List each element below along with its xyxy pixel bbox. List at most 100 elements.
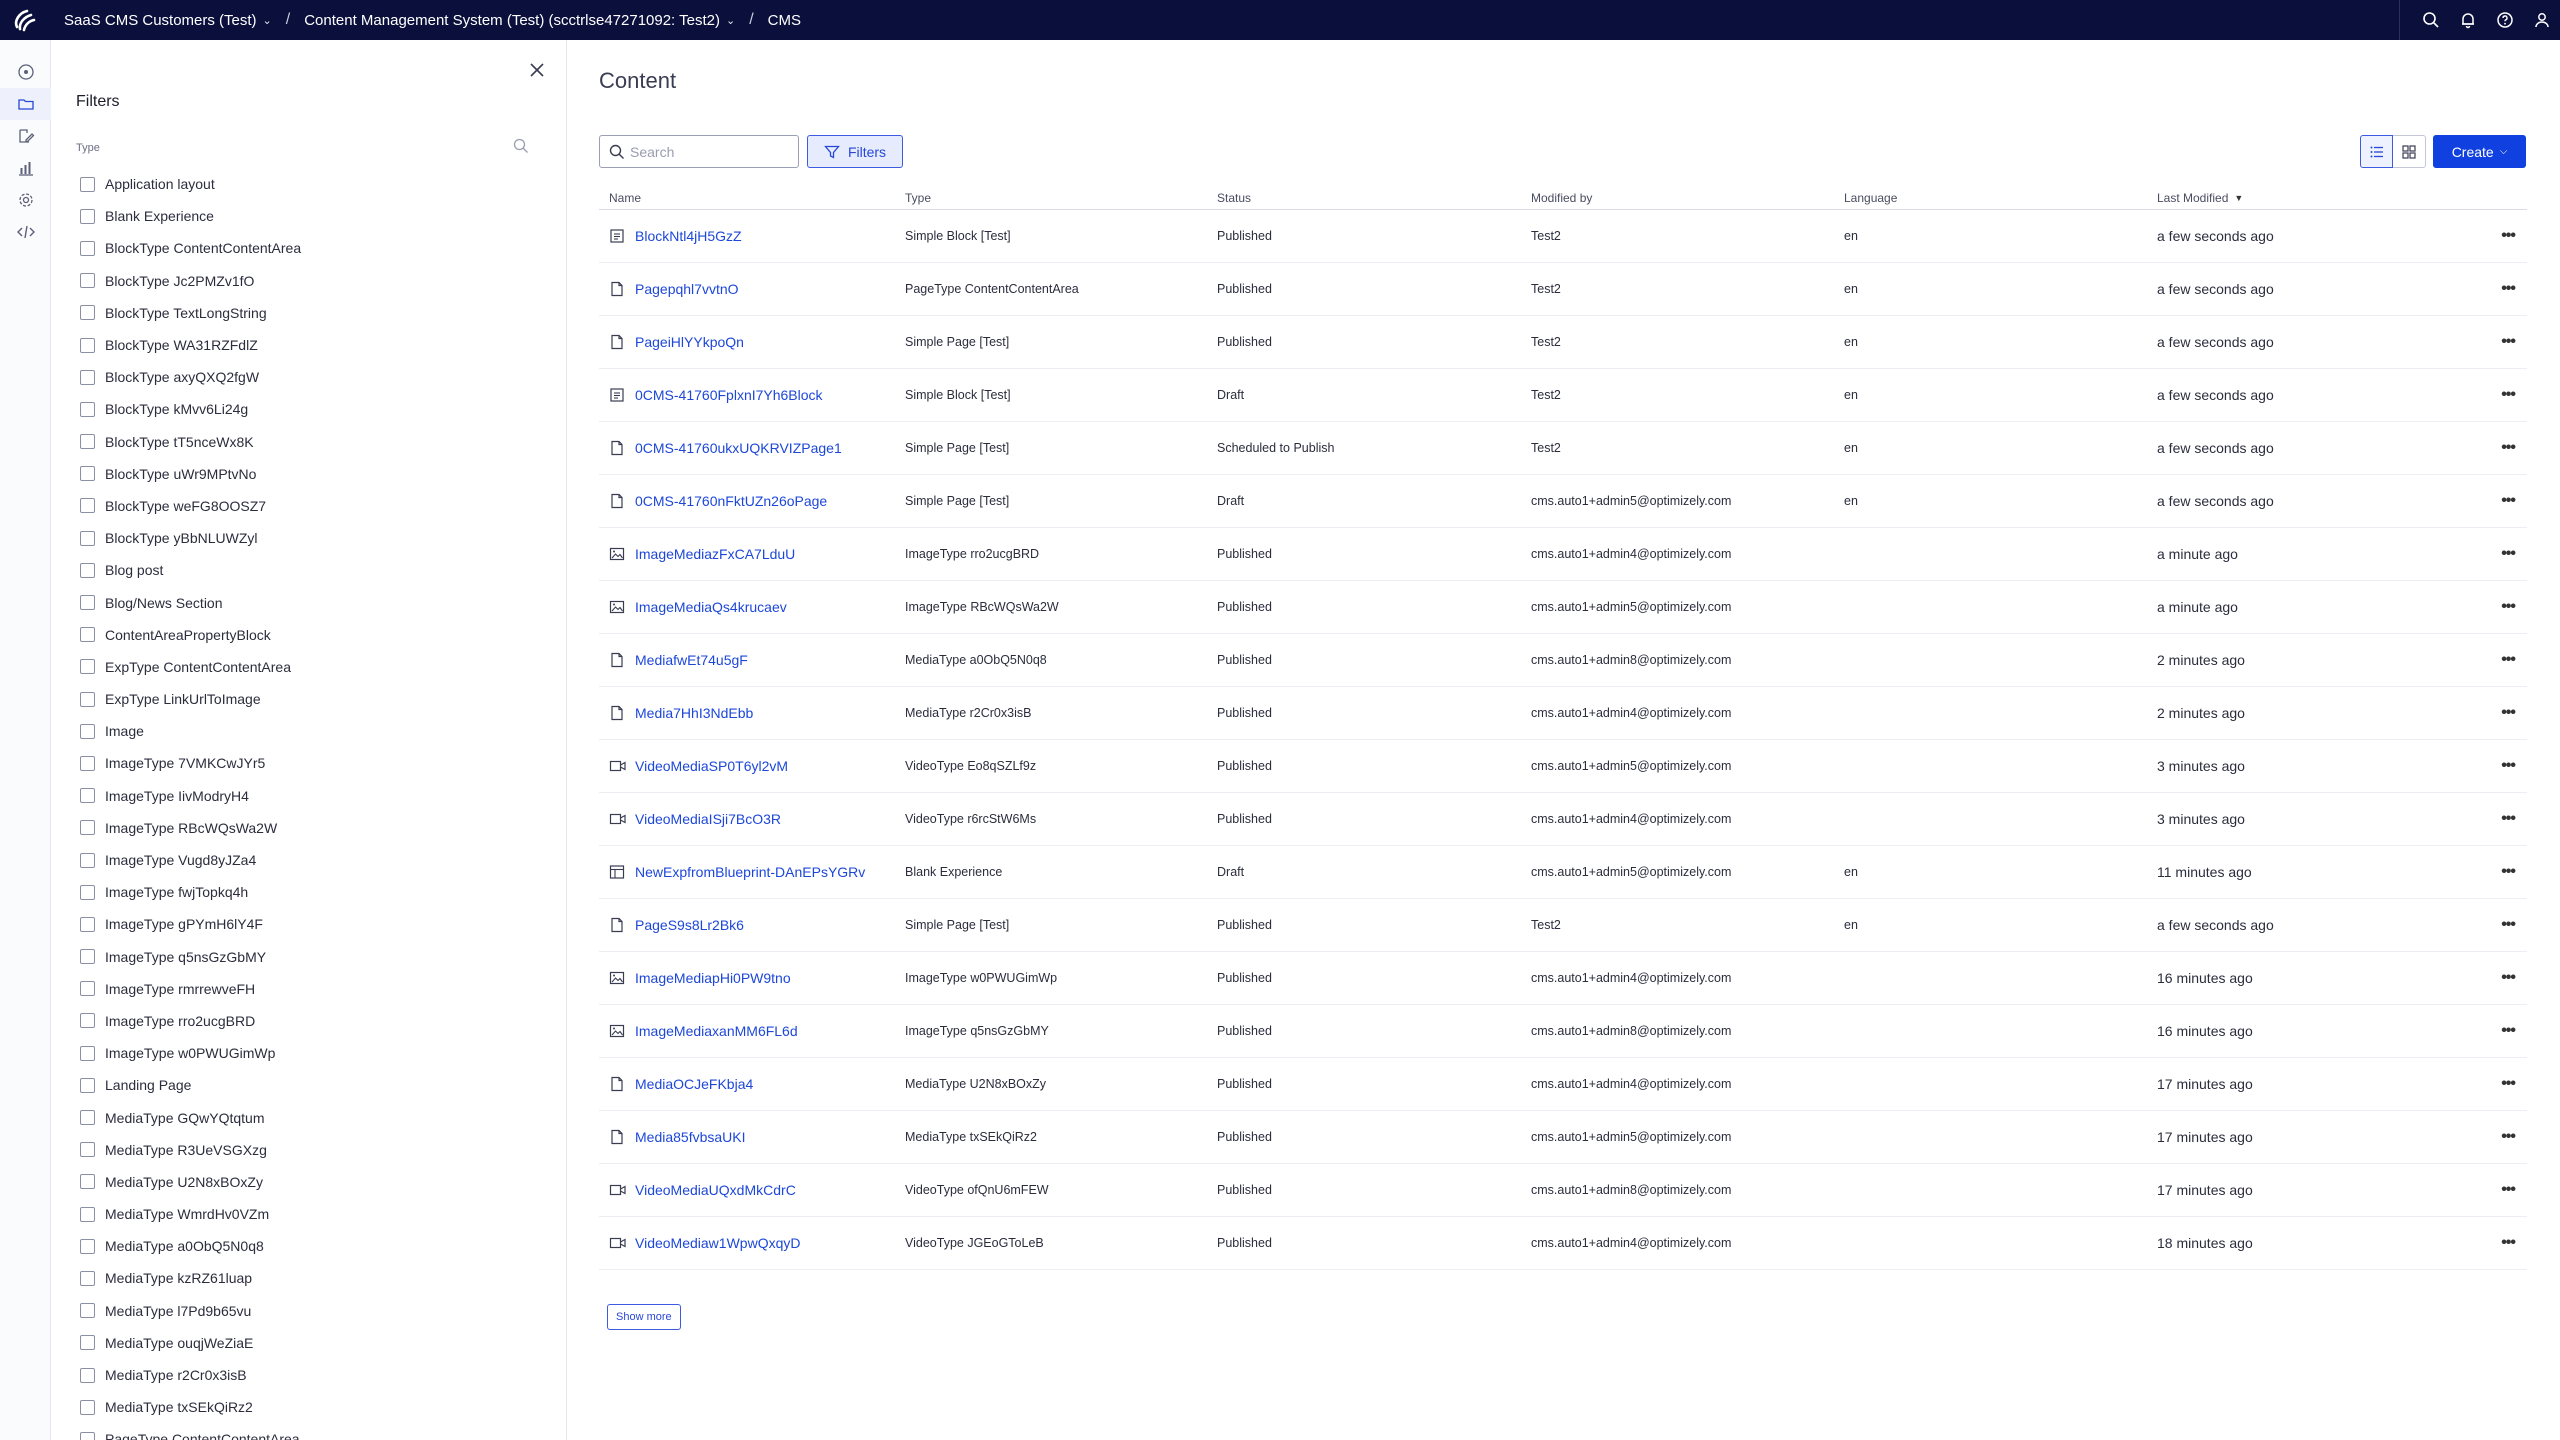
- help-icon[interactable]: [2486, 0, 2523, 40]
- table-row[interactable]: ImageMediaxanMM6FL6d ImageType q5nsGzGbMY…: [599, 1005, 2527, 1058]
- type-filter-checkbox[interactable]: [80, 1335, 95, 1351]
- bell-icon[interactable]: [2449, 0, 2486, 40]
- more-actions-icon[interactable]: •••: [2501, 545, 2516, 563]
- type-filter-option[interactable]: ImageType q5nsGzGbMY: [80, 941, 301, 973]
- type-filter-option[interactable]: BlockType weFG8OOSZ7: [80, 490, 301, 522]
- type-filter-checkbox[interactable]: [80, 916, 95, 932]
- optimizely-logo-icon[interactable]: [0, 0, 48, 40]
- type-filter-option[interactable]: ExpType ContentContentArea: [80, 651, 301, 683]
- type-filter-checkbox[interactable]: [80, 884, 95, 900]
- table-row[interactable]: VideoMediaISji7BcO3R VideoType r6rcStW6Ms…: [599, 793, 2527, 846]
- type-filter-option[interactable]: MediaType kzRZ61luap: [80, 1262, 301, 1294]
- type-filter-option[interactable]: MediaType GQwYQtqtum: [80, 1101, 301, 1133]
- content-name-link[interactable]: MediaOCJeFKbja4: [635, 1076, 753, 1092]
- edit-icon[interactable]: [0, 120, 51, 152]
- table-row[interactable]: 0CMS-41760nFktUZn26oPage Simple Page [Tes…: [599, 475, 2527, 528]
- type-filter-checkbox[interactable]: [80, 273, 95, 289]
- content-name-link[interactable]: Media7HhI3NdEbb: [635, 705, 753, 721]
- create-button[interactable]: Create ⌵: [2433, 135, 2526, 168]
- more-actions-icon[interactable]: •••: [2501, 704, 2516, 722]
- type-filter-checkbox[interactable]: [80, 1399, 95, 1415]
- column-header-status[interactable]: Status: [1217, 191, 1531, 205]
- table-row[interactable]: ImageMediaQs4krucaev ImageType RBcWQsWa2W…: [599, 581, 2527, 634]
- content-name-link[interactable]: NewExpfromBlueprint-DAnEPsYGRv: [635, 864, 865, 880]
- type-filter-checkbox[interactable]: [80, 723, 95, 739]
- type-filter-checkbox[interactable]: [80, 337, 95, 353]
- content-name-link[interactable]: ImageMediaxanMM6FL6d: [635, 1023, 798, 1039]
- type-filter-checkbox[interactable]: [80, 595, 95, 611]
- type-filter-checkbox[interactable]: [80, 788, 95, 804]
- more-actions-icon[interactable]: •••: [2501, 492, 2516, 510]
- code-icon[interactable]: [0, 216, 51, 248]
- type-filter-option[interactable]: MediaType l7Pd9b65vu: [80, 1295, 301, 1327]
- column-header-type[interactable]: Type: [905, 191, 1217, 205]
- type-filter-option[interactable]: ImageType Vugd8yJZa4: [80, 844, 301, 876]
- table-row[interactable]: Media85fvbsaUKI MediaType txSEkQiRz2 Publi…: [599, 1111, 2527, 1164]
- content-name-link[interactable]: ImageMediapHi0PW9tno: [635, 970, 791, 986]
- table-row[interactable]: Media7HhI3NdEbb MediaType r2Cr0x3isB Publi…: [599, 687, 2527, 740]
- type-filter-checkbox[interactable]: [80, 1367, 95, 1383]
- type-filter-option[interactable]: MediaType U2N8xBOxZy: [80, 1166, 301, 1198]
- content-name-link[interactable]: 0CMS-41760nFktUZn26oPage: [635, 493, 827, 509]
- content-name-link[interactable]: PageS9s8Lr2Bk6: [635, 917, 744, 933]
- table-row[interactable]: VideoMediaUQxdMkCdrC VideoType ofQnU6mFEW…: [599, 1164, 2527, 1217]
- breadcrumb-product[interactable]: CMS: [768, 12, 801, 29]
- type-filter-checkbox[interactable]: [80, 530, 95, 546]
- type-filter-checkbox[interactable]: [80, 981, 95, 997]
- content-name-link[interactable]: Pagepqhl7vvtnO: [635, 281, 739, 297]
- column-header-name[interactable]: Name: [599, 191, 905, 205]
- type-filter-checkbox[interactable]: [80, 949, 95, 965]
- content-name-link[interactable]: VideoMediaw1WpwQxqyD: [635, 1235, 800, 1251]
- type-filter-checkbox[interactable]: [80, 1045, 95, 1061]
- more-actions-icon[interactable]: •••: [2501, 386, 2516, 404]
- type-filter-option[interactable]: Blog/News Section: [80, 586, 301, 618]
- close-icon[interactable]: [525, 58, 549, 82]
- table-row[interactable]: 0CMS-41760FplxnI7Yh6Block Simple Block [T…: [599, 369, 2527, 422]
- more-actions-icon[interactable]: •••: [2501, 1075, 2516, 1093]
- content-name-link[interactable]: PageiHlYYkpoQn: [635, 334, 744, 350]
- more-actions-icon[interactable]: •••: [2501, 969, 2516, 987]
- more-actions-icon[interactable]: •••: [2501, 810, 2516, 828]
- type-filter-checkbox[interactable]: [80, 401, 95, 417]
- type-filter-option[interactable]: ImageType fwjTopkq4h: [80, 876, 301, 908]
- column-header-language[interactable]: Language: [1844, 191, 2157, 205]
- type-filter-option[interactable]: ImageType gPYmH6lY4F: [80, 908, 301, 940]
- type-filter-option[interactable]: MediaType ouqjWeZiaE: [80, 1327, 301, 1359]
- table-row[interactable]: BlockNtl4jH5GzZ Simple Block [Test] Publis…: [599, 210, 2527, 263]
- table-row[interactable]: 0CMS-41760ukxUQKRVIZPage1 Simple Page [Te…: [599, 422, 2527, 475]
- settings-icon[interactable]: [0, 184, 51, 216]
- show-more-button[interactable]: Show more: [607, 1304, 681, 1330]
- content-name-link[interactable]: BlockNtl4jH5GzZ: [635, 228, 742, 244]
- type-filter-checkbox[interactable]: [80, 562, 95, 578]
- type-filter-option[interactable]: BlockType uWr9MPtvNo: [80, 458, 301, 490]
- type-filter-option[interactable]: BlockType axyQXQ2fgW: [80, 361, 301, 393]
- type-filter-checkbox[interactable]: [80, 1077, 95, 1093]
- content-icon[interactable]: [0, 88, 51, 120]
- type-filter-option[interactable]: Blog post: [80, 554, 301, 586]
- table-row[interactable]: PageS9s8Lr2Bk6 Simple Page [Test] Publishe…: [599, 899, 2527, 952]
- type-filter-option[interactable]: ImageType IivModryH4: [80, 780, 301, 812]
- type-filter-option[interactable]: MediaType r2Cr0x3isB: [80, 1359, 301, 1391]
- type-filter-option[interactable]: PageType ContentContentArea: [80, 1423, 301, 1440]
- table-row[interactable]: NewExpfromBlueprint-DAnEPsYGRv Blank Expe…: [599, 846, 2527, 899]
- user-icon[interactable]: [2523, 0, 2560, 40]
- filters-button[interactable]: Filters: [807, 135, 903, 168]
- more-actions-icon[interactable]: •••: [2501, 598, 2516, 616]
- type-filter-option[interactable]: ImageType w0PWUGimWp: [80, 1037, 301, 1069]
- type-filter-option[interactable]: MediaType txSEkQiRz2: [80, 1391, 301, 1423]
- type-filter-checkbox[interactable]: [80, 498, 95, 514]
- table-row[interactable]: VideoMediaw1WpwQxqyD VideoType JGEoGToLeB…: [599, 1217, 2527, 1270]
- breadcrumb-org[interactable]: SaaS CMS Customers (Test) ⌄: [64, 12, 272, 29]
- type-filter-option[interactable]: ImageType 7VMKCwJYr5: [80, 747, 301, 779]
- type-filter-checkbox[interactable]: [80, 691, 95, 707]
- type-filter-checkbox[interactable]: [80, 434, 95, 450]
- type-filter-checkbox[interactable]: [80, 1013, 95, 1029]
- table-row[interactable]: ImageMediapHi0PW9tno ImageType w0PWUGimWp…: [599, 952, 2527, 1005]
- content-name-link[interactable]: ImageMediaQs4krucaev: [635, 599, 787, 615]
- table-row[interactable]: VideoMediaSP0T6yl2vM VideoType Eo8qSZLf9z…: [599, 740, 2527, 793]
- type-filter-checkbox[interactable]: [80, 1110, 95, 1126]
- type-filter-option[interactable]: BlockType TextLongString: [80, 297, 301, 329]
- breadcrumb-instance[interactable]: Content Management System (Test) (scctrl…: [304, 12, 735, 29]
- search-input[interactable]: [630, 143, 790, 160]
- column-header-last-modified[interactable]: Last Modified ▼: [2157, 191, 2457, 205]
